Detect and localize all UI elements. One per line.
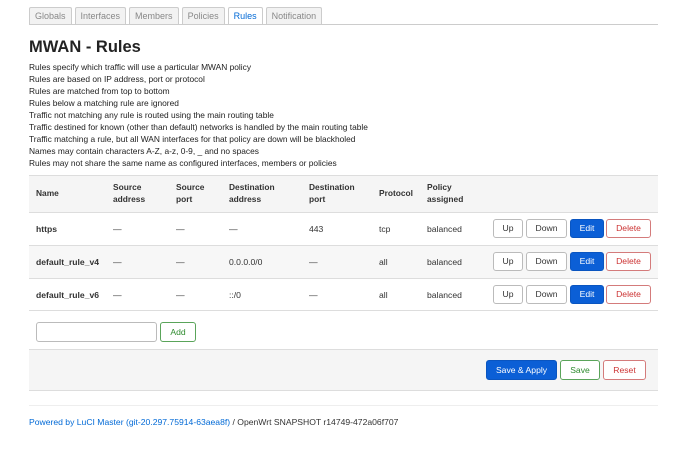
cell-policy: balanced [427,224,462,234]
cell-destination-port: — [309,290,318,300]
table-header: Name Source address Source port Destinat… [29,175,658,212]
tab-notification[interactable]: Notification [265,7,323,24]
table-row: https — — — 443 tcp balanced Up Down Edi… [29,212,658,245]
save-button[interactable]: Save [560,360,600,380]
cell-name: https [36,224,58,234]
tab-members[interactable]: Members [129,7,179,24]
down-button[interactable]: Down [526,219,567,238]
footer-divider [29,405,658,406]
header-name: Name [36,188,59,198]
cell-protocol: all [379,257,388,267]
cell-destination-address: 0.0.0.0/0 [229,257,263,267]
table-bottom-divider [29,310,658,311]
header-policy-assigned: Policy assigned [427,182,463,205]
table-row: default_rule_v4 — — 0.0.0.0/0 — all bala… [29,245,658,278]
header-source-port: Source port [176,182,204,205]
cell-source-address: — [113,257,122,267]
tab-policies[interactable]: Policies [181,7,225,24]
add-button[interactable]: Add [160,322,196,342]
edit-button[interactable]: Edit [570,219,604,238]
header-line: port [176,193,193,204]
header-line: Destination [309,182,355,192]
cell-source-port: — [176,290,185,300]
description-line: Traffic matching a rule, but all WAN int… [29,134,356,144]
rules-table: Name Source address Source port Destinat… [29,175,658,311]
description-line: Rules are based on IP address, port or p… [29,74,205,84]
header-line: address [229,193,262,204]
tab-bar: Globals Interfaces Members Policies Rule… [29,7,323,24]
cell-source-address: — [113,290,122,300]
cell-protocol: all [379,290,388,300]
cell-name: default_rule_v4 [36,257,100,267]
cell-destination-address: ::/0 [229,290,241,300]
tab-interfaces[interactable]: Interfaces [74,7,127,24]
header-line: Policy [427,182,452,192]
down-button[interactable]: Down [526,252,567,271]
description-line: Traffic destined for known (other than d… [29,122,368,132]
cell-destination-port: 443 [309,224,324,234]
header-source-address: Source address [113,182,145,205]
tab-globals[interactable]: Globals [29,7,72,24]
down-button[interactable]: Down [526,285,567,304]
delete-button[interactable]: Delete [606,219,651,238]
cell-name: default_rule_v6 [36,290,100,300]
description-line: Traffic not matching any rule is routed … [29,110,274,120]
luci-link[interactable]: Powered by LuCI Master (git-20.297.75914… [29,417,230,427]
delete-button[interactable]: Delete [606,252,651,271]
description-line: Rules are matched from top to bottom [29,86,170,96]
delete-button[interactable]: Delete [606,285,651,304]
up-button[interactable]: Up [493,285,523,304]
description-line: Names may contain characters A-Z, a-z, 0… [29,146,259,156]
description-line: Rules below a matching rule are ignored [29,98,179,108]
cell-policy: balanced [427,257,462,267]
table-row: default_rule_v6 — — ::/0 — all balanced … [29,278,658,311]
header-line: Source [176,182,205,192]
up-button[interactable]: Up [493,252,523,271]
reset-button[interactable]: Reset [603,360,646,380]
cell-source-address: — [113,224,122,234]
edit-button[interactable]: Edit [570,285,604,304]
save-apply-button[interactable]: Save & Apply [486,360,557,380]
header-destination-port: Destination port [309,182,355,205]
edit-button[interactable]: Edit [570,252,604,271]
cell-protocol: tcp [379,224,391,234]
header-line: address [113,193,146,204]
header-line: port [309,193,326,204]
action-bar: Save & Apply Save Reset [29,349,658,391]
description-line: Rules may not share the same name as con… [29,158,337,168]
tab-rules[interactable]: Rules [227,7,263,24]
header-destination-address: Destination address [229,182,275,205]
header-line: Destination [229,182,275,192]
footer-version: / OpenWrt SNAPSHOT r14749-472a06f707 [230,417,399,427]
cell-destination-port: — [309,257,318,267]
cell-destination-address: — [229,224,238,234]
cell-source-port: — [176,257,185,267]
header-line: assigned [427,193,464,204]
cell-source-port: — [176,224,185,234]
description-line: Rules specify which traffic will use a p… [29,62,252,72]
new-rule-name-input[interactable] [36,322,157,342]
header-protocol: Protocol [379,188,413,198]
page-title: MWAN - Rules [29,38,141,56]
footer: Powered by LuCI Master (git-20.297.75914… [29,417,398,427]
page-description: Rules specify which traffic will use a p… [29,61,368,169]
header-line: Source [113,182,142,192]
tab-divider [29,24,658,25]
up-button[interactable]: Up [493,219,523,238]
cell-policy: balanced [427,290,462,300]
